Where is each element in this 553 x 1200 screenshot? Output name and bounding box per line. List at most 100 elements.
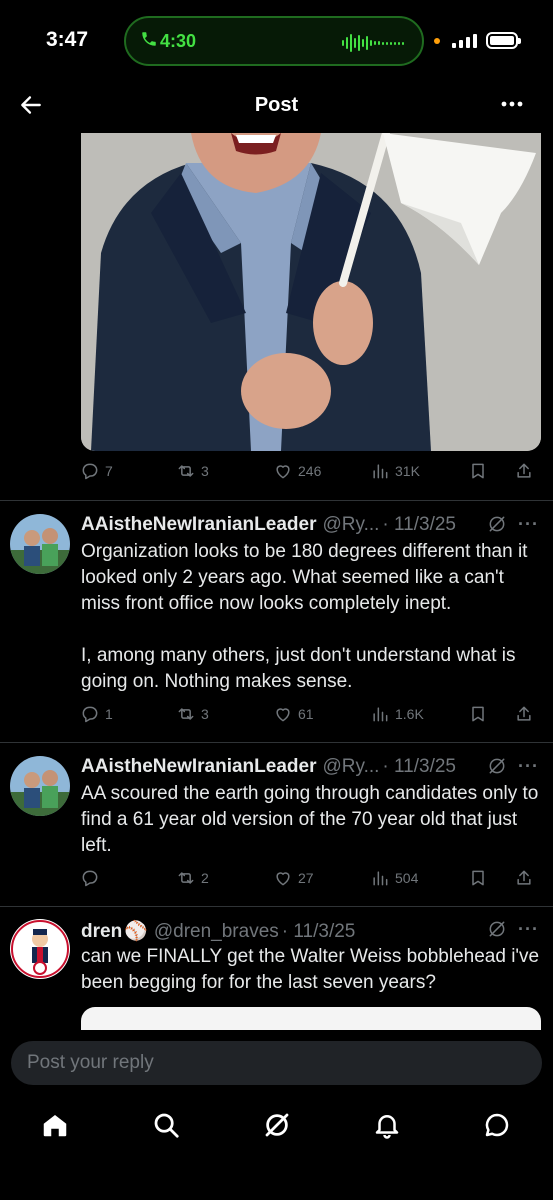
- display-name[interactable]: AAistheNewIranianLeader: [81, 514, 316, 536]
- repost-count: 3: [201, 463, 209, 479]
- views-icon: [373, 464, 388, 479]
- divider: [0, 906, 553, 907]
- reply-button[interactable]: 7: [80, 459, 113, 483]
- views-button[interactable]: 31K: [370, 459, 420, 483]
- post-date: · 11/3/25: [281, 921, 356, 942]
- reply-count: 1: [105, 706, 113, 722]
- reply-composer-input[interactable]: Post your reply: [11, 1041, 542, 1085]
- divider: [0, 742, 553, 743]
- reply-button[interactable]: [80, 866, 105, 890]
- bookmark-icon: [472, 870, 484, 886]
- reply-item[interactable]: AAistheNewIranianLeader @Ry... · 11/3/25…: [0, 514, 553, 734]
- reply-icon: [82, 870, 98, 887]
- like-icon: [276, 708, 290, 722]
- reply-header: AAistheNewIranianLeader @Ry... · 11/3/25: [81, 756, 456, 782]
- repost-button[interactable]: 3: [176, 702, 209, 726]
- grok-icon[interactable]: [262, 1110, 292, 1140]
- phone-icon: [140, 30, 158, 54]
- display-name[interactable]: dren: [81, 921, 122, 943]
- reply-icon: [82, 706, 98, 723]
- view-count: 1.6K: [395, 706, 424, 722]
- post-image[interactable]: [81, 133, 541, 451]
- reply-text: AA scoured the earth going through candi…: [81, 783, 544, 856]
- avatar[interactable]: [10, 919, 70, 979]
- call-duration: 4:30: [160, 31, 197, 51]
- reply-more-icon[interactable]: ···: [518, 919, 539, 940]
- view-count: 504: [395, 870, 419, 886]
- more-icon[interactable]: [499, 94, 525, 114]
- bookmark-icon: [472, 463, 484, 479]
- like-button[interactable]: 27: [273, 866, 314, 890]
- home-icon[interactable]: [40, 1110, 70, 1140]
- views-button[interactable]: 1.6K: [370, 702, 424, 726]
- privacy-dot: [434, 38, 440, 44]
- repost-count: 2: [201, 870, 209, 886]
- like-count: 61: [298, 706, 314, 722]
- like-count: 246: [298, 463, 322, 479]
- search-icon[interactable]: [151, 1110, 181, 1140]
- bookmark-button[interactable]: [468, 459, 488, 483]
- like-icon: [276, 465, 290, 479]
- grok-icon[interactable]: [487, 919, 507, 939]
- views-button[interactable]: 504: [370, 866, 418, 890]
- reply-header: dren ⚾ @dren_braves · 11/3/25: [81, 919, 355, 945]
- reply-more-icon[interactable]: ···: [518, 756, 539, 777]
- page-title: Post: [254, 94, 299, 116]
- post-date: · 11/3/25: [382, 514, 456, 535]
- avatar[interactable]: [10, 756, 70, 816]
- reply-item[interactable]: dren ⚾ @dren_braves · 11/3/25 ··· can we…: [0, 919, 553, 1019]
- grok-icon[interactable]: [487, 514, 507, 534]
- reply-icon: [82, 463, 98, 480]
- audio-wave-icon: [342, 34, 404, 52]
- avatar[interactable]: [10, 514, 70, 574]
- top-nav: Post: [0, 80, 553, 132]
- reply-count: 7: [105, 463, 113, 479]
- home-indicator: [205, 1184, 348, 1189]
- repost-button[interactable]: 2: [176, 866, 209, 890]
- reply-text: can we FINALLY get the Walter Weiss bobb…: [81, 946, 545, 993]
- repost-button[interactable]: 3: [176, 459, 209, 483]
- status-bar: 3:47 4:30: [0, 0, 553, 80]
- share-icon: [517, 870, 531, 885]
- baseball-emoji: ⚾: [124, 921, 148, 942]
- messages-icon[interactable]: [482, 1110, 512, 1140]
- bottom-tab-bar: [0, 1100, 553, 1160]
- like-button[interactable]: 246: [273, 459, 321, 483]
- repost-icon: [178, 872, 194, 884]
- main-post-actions: 7 3 246 31K: [80, 459, 540, 483]
- share-icon: [517, 463, 531, 478]
- like-button[interactable]: 61: [273, 702, 314, 726]
- signal-icon: [452, 34, 477, 48]
- bookmark-icon: [472, 706, 484, 722]
- post-date: · 11/3/25: [382, 756, 456, 777]
- repost-icon: [178, 708, 194, 720]
- bookmark-button[interactable]: [468, 866, 488, 890]
- share-button[interactable]: [514, 702, 534, 726]
- handle[interactable]: @Ry...: [322, 514, 379, 536]
- share-button[interactable]: [514, 866, 534, 890]
- handle[interactable]: @dren_braves: [154, 921, 279, 943]
- battery-icon: [486, 32, 521, 49]
- bookmark-button[interactable]: [468, 702, 488, 726]
- views-icon: [373, 871, 388, 886]
- reply-more-icon[interactable]: ···: [518, 514, 539, 535]
- reply-actions: 2 27 504: [80, 866, 540, 890]
- status-time: 3:47: [46, 28, 89, 51]
- share-button[interactable]: [514, 459, 534, 483]
- handle[interactable]: @Ry...: [322, 756, 379, 778]
- reply-button[interactable]: 1: [80, 702, 113, 726]
- like-count: 27: [298, 870, 314, 886]
- reply-actions: 1 3 61 1.6K: [80, 702, 540, 726]
- view-count: 31K: [395, 463, 420, 479]
- grok-icon[interactable]: [487, 756, 507, 776]
- display-name[interactable]: AAistheNewIranianLeader: [81, 756, 316, 778]
- repost-count: 3: [201, 706, 209, 722]
- views-icon: [373, 707, 388, 722]
- notifications-icon[interactable]: [372, 1110, 402, 1140]
- like-icon: [276, 872, 290, 886]
- active-call-pill[interactable]: 4:30: [124, 16, 424, 66]
- share-icon: [517, 706, 531, 721]
- reply-text: Organization looks to be 180 degrees dif…: [81, 541, 528, 692]
- repost-icon: [178, 465, 194, 477]
- reply-header: AAistheNewIranianLeader @Ry... · 11/3/25: [81, 514, 456, 540]
